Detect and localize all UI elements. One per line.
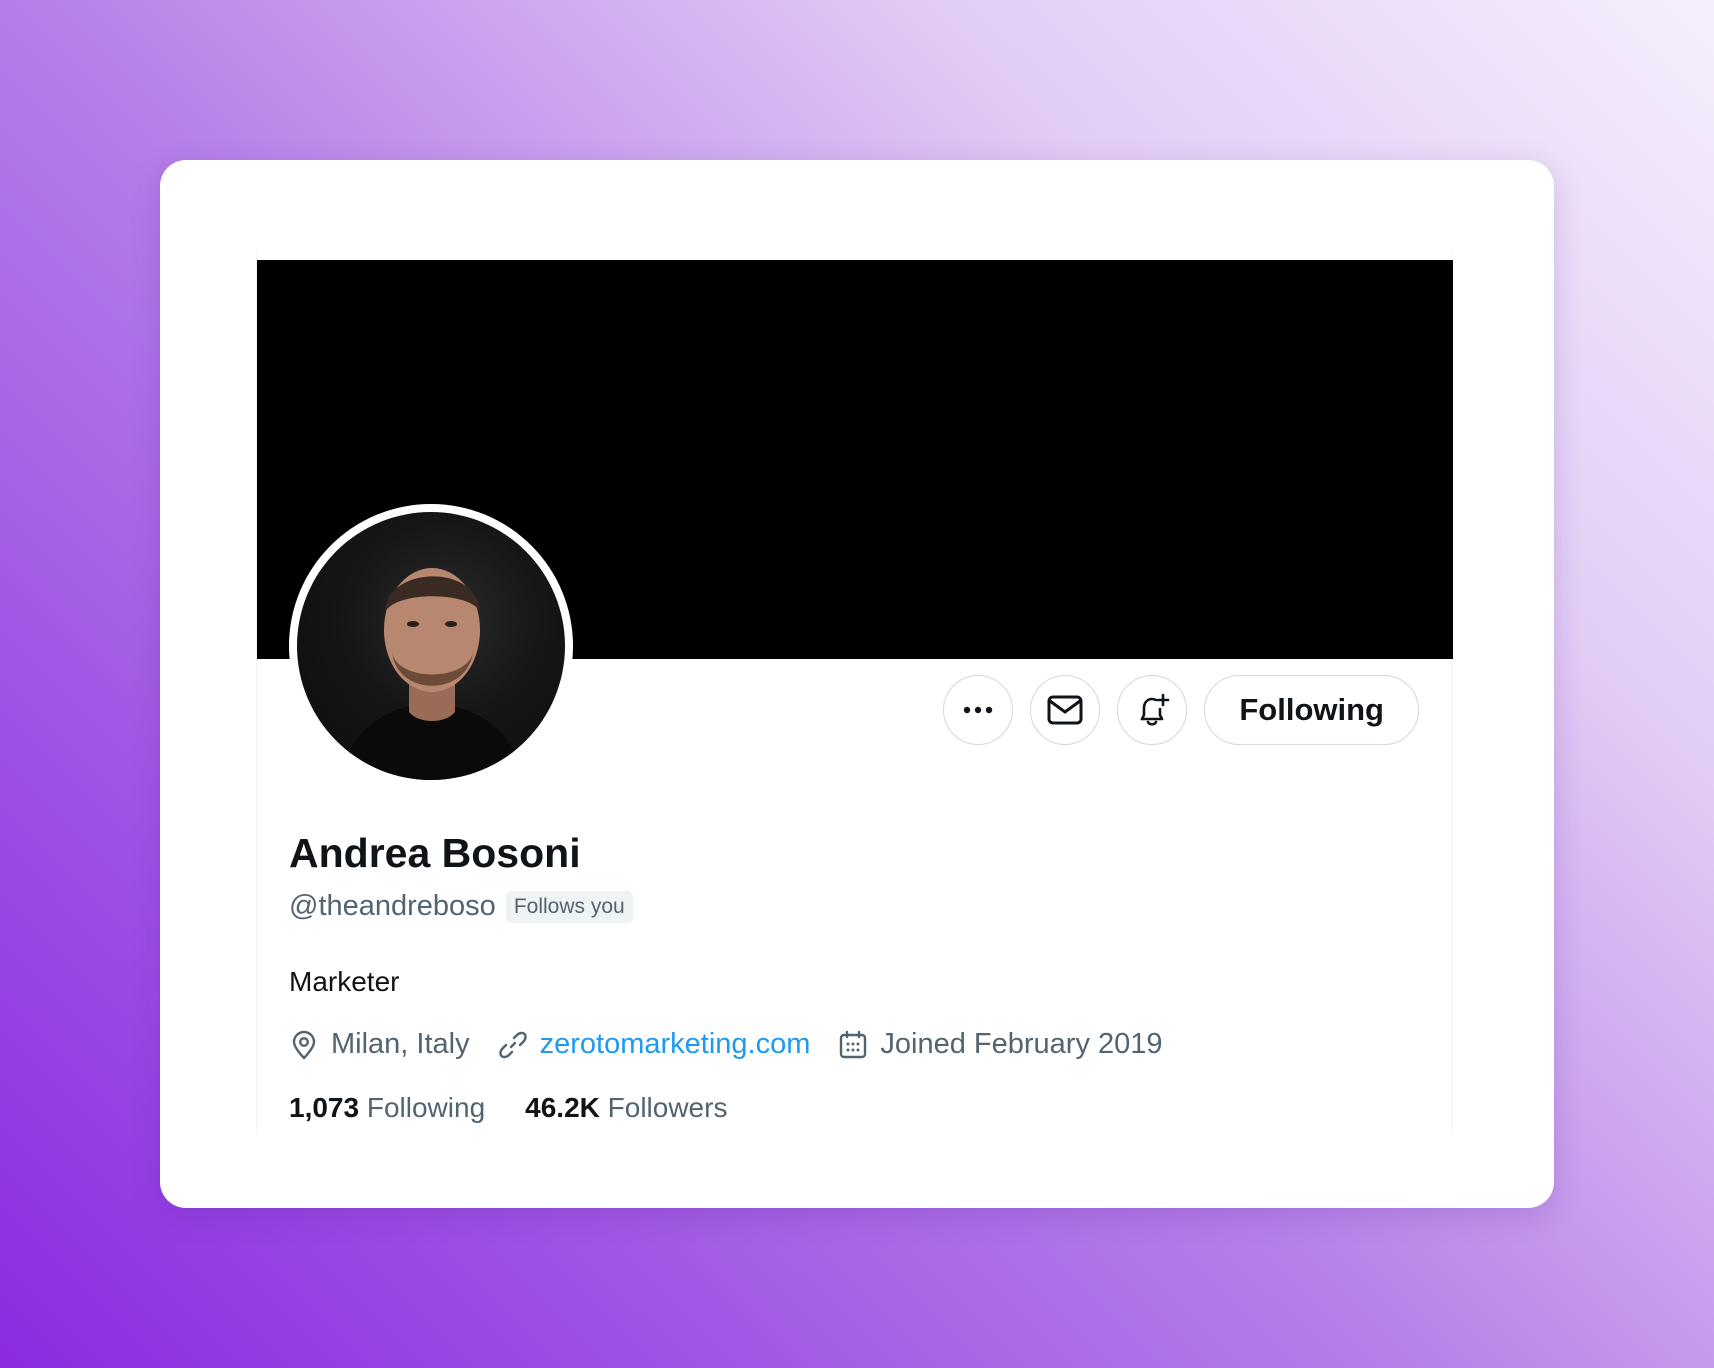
follows-you-badge: Follows you xyxy=(505,890,633,923)
profile-handle: @theandreboso xyxy=(289,890,496,922)
link-icon xyxy=(498,1031,527,1058)
profile-header: Following Andrea Bosoni @theandreboso Fo… xyxy=(256,250,1453,1134)
followers-stat[interactable]: 46.2K Followers xyxy=(525,1092,727,1124)
profile-avatar[interactable] xyxy=(289,504,573,788)
following-count: 1,073 xyxy=(289,1092,360,1123)
notification-bell-plus-icon xyxy=(1141,693,1170,726)
more-icon xyxy=(964,706,993,714)
profile-actions: Following xyxy=(943,675,1419,745)
followers-stat-label: Followers xyxy=(607,1092,728,1123)
calendar-icon xyxy=(840,1030,867,1058)
profile-stats: 1,073 Following 46.2K Followers xyxy=(289,1092,767,1124)
message-button[interactable] xyxy=(1030,675,1101,745)
more-button[interactable] xyxy=(943,675,1014,745)
notify-button[interactable] xyxy=(1117,675,1188,745)
joined-item: Joined February 2019 xyxy=(838,1028,1163,1061)
handle-row: @theandreboso Follows you xyxy=(289,890,633,923)
following-button-label: Following xyxy=(1239,692,1384,727)
avatar-photo xyxy=(297,512,565,780)
location-pin-icon xyxy=(292,1030,316,1059)
joined-text: Joined February 2019 xyxy=(880,1028,1163,1060)
website-link[interactable]: zerotomarketing.com xyxy=(540,1028,811,1061)
following-button[interactable]: Following xyxy=(1204,675,1419,745)
profile-card: Following Andrea Bosoni @theandreboso Fo… xyxy=(160,160,1554,1208)
website-item: zerotomarketing.com xyxy=(498,1028,811,1061)
location-text: Milan, Italy xyxy=(331,1028,470,1060)
followers-count: 46.2K xyxy=(525,1092,600,1123)
profile-meta: Milan, Italy zerotomarketing.com Joined … xyxy=(289,1028,1191,1061)
avatar-portrait-image xyxy=(337,568,525,780)
location-item: Milan, Italy xyxy=(289,1028,470,1061)
following-stat-label: Following xyxy=(366,1092,486,1123)
profile-bio: Marketer xyxy=(289,966,400,997)
following-stat[interactable]: 1,073 Following xyxy=(289,1092,485,1124)
profile-name: Andrea Bosoni xyxy=(289,830,581,876)
message-icon xyxy=(1047,695,1083,725)
